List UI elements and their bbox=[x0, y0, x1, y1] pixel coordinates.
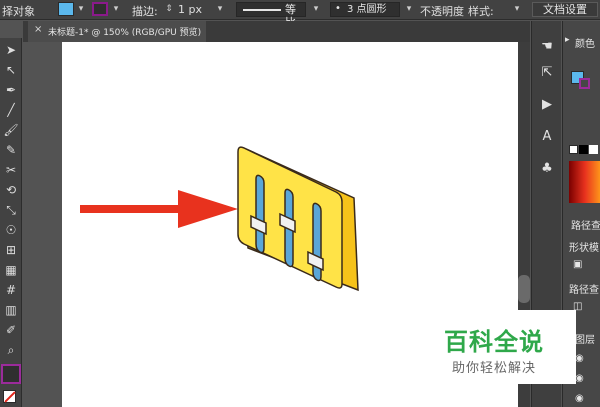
shape-mode-label: 形状模 bbox=[569, 243, 599, 254]
shape-mode-icon[interactable]: ▣ bbox=[573, 259, 582, 270]
export-icon[interactable]: ⇱ bbox=[539, 65, 555, 81]
color-spectrum[interactable] bbox=[569, 161, 600, 203]
visibility-icon[interactable]: ◉ bbox=[575, 353, 584, 364]
symbols-icon[interactable]: ♣ bbox=[539, 161, 555, 177]
slider-slot-1 bbox=[255, 174, 265, 254]
black-color-icon[interactable] bbox=[579, 145, 588, 154]
watermark-title: 百科全说 bbox=[444, 328, 544, 356]
equalizer-icon[interactable] bbox=[237, 146, 359, 292]
arrow-shaft bbox=[80, 205, 190, 213]
character-icon[interactable]: A bbox=[539, 129, 555, 145]
hand-tool-icon[interactable]: ☚ bbox=[539, 39, 555, 55]
visibility-icon-2[interactable]: ◉ bbox=[575, 373, 584, 384]
red-arrow[interactable] bbox=[80, 190, 238, 228]
scrollbar-thumb[interactable] bbox=[518, 275, 530, 303]
none-color-icon[interactable] bbox=[569, 145, 578, 154]
color-panel-arrow-icon[interactable]: ▸ bbox=[565, 35, 570, 45]
visibility-icon-3[interactable]: ◉ bbox=[575, 393, 584, 404]
pathfinder-label-2: 路径查 bbox=[569, 285, 599, 296]
color-panel-label[interactable]: 颜色 bbox=[575, 35, 595, 50]
layers-label[interactable]: 图层 bbox=[575, 331, 595, 346]
arrow-head bbox=[178, 190, 238, 228]
white-color-icon[interactable] bbox=[589, 145, 598, 154]
watermark-subtitle: 助你轻松解决 bbox=[452, 361, 537, 376]
pathfinder-label[interactable]: 路径查 bbox=[571, 217, 600, 232]
play-icon[interactable]: ▶ bbox=[539, 97, 555, 113]
stroke-color-swatch-small[interactable] bbox=[579, 78, 590, 89]
watermark: 百科全说 助你轻松解决 bbox=[430, 310, 576, 384]
